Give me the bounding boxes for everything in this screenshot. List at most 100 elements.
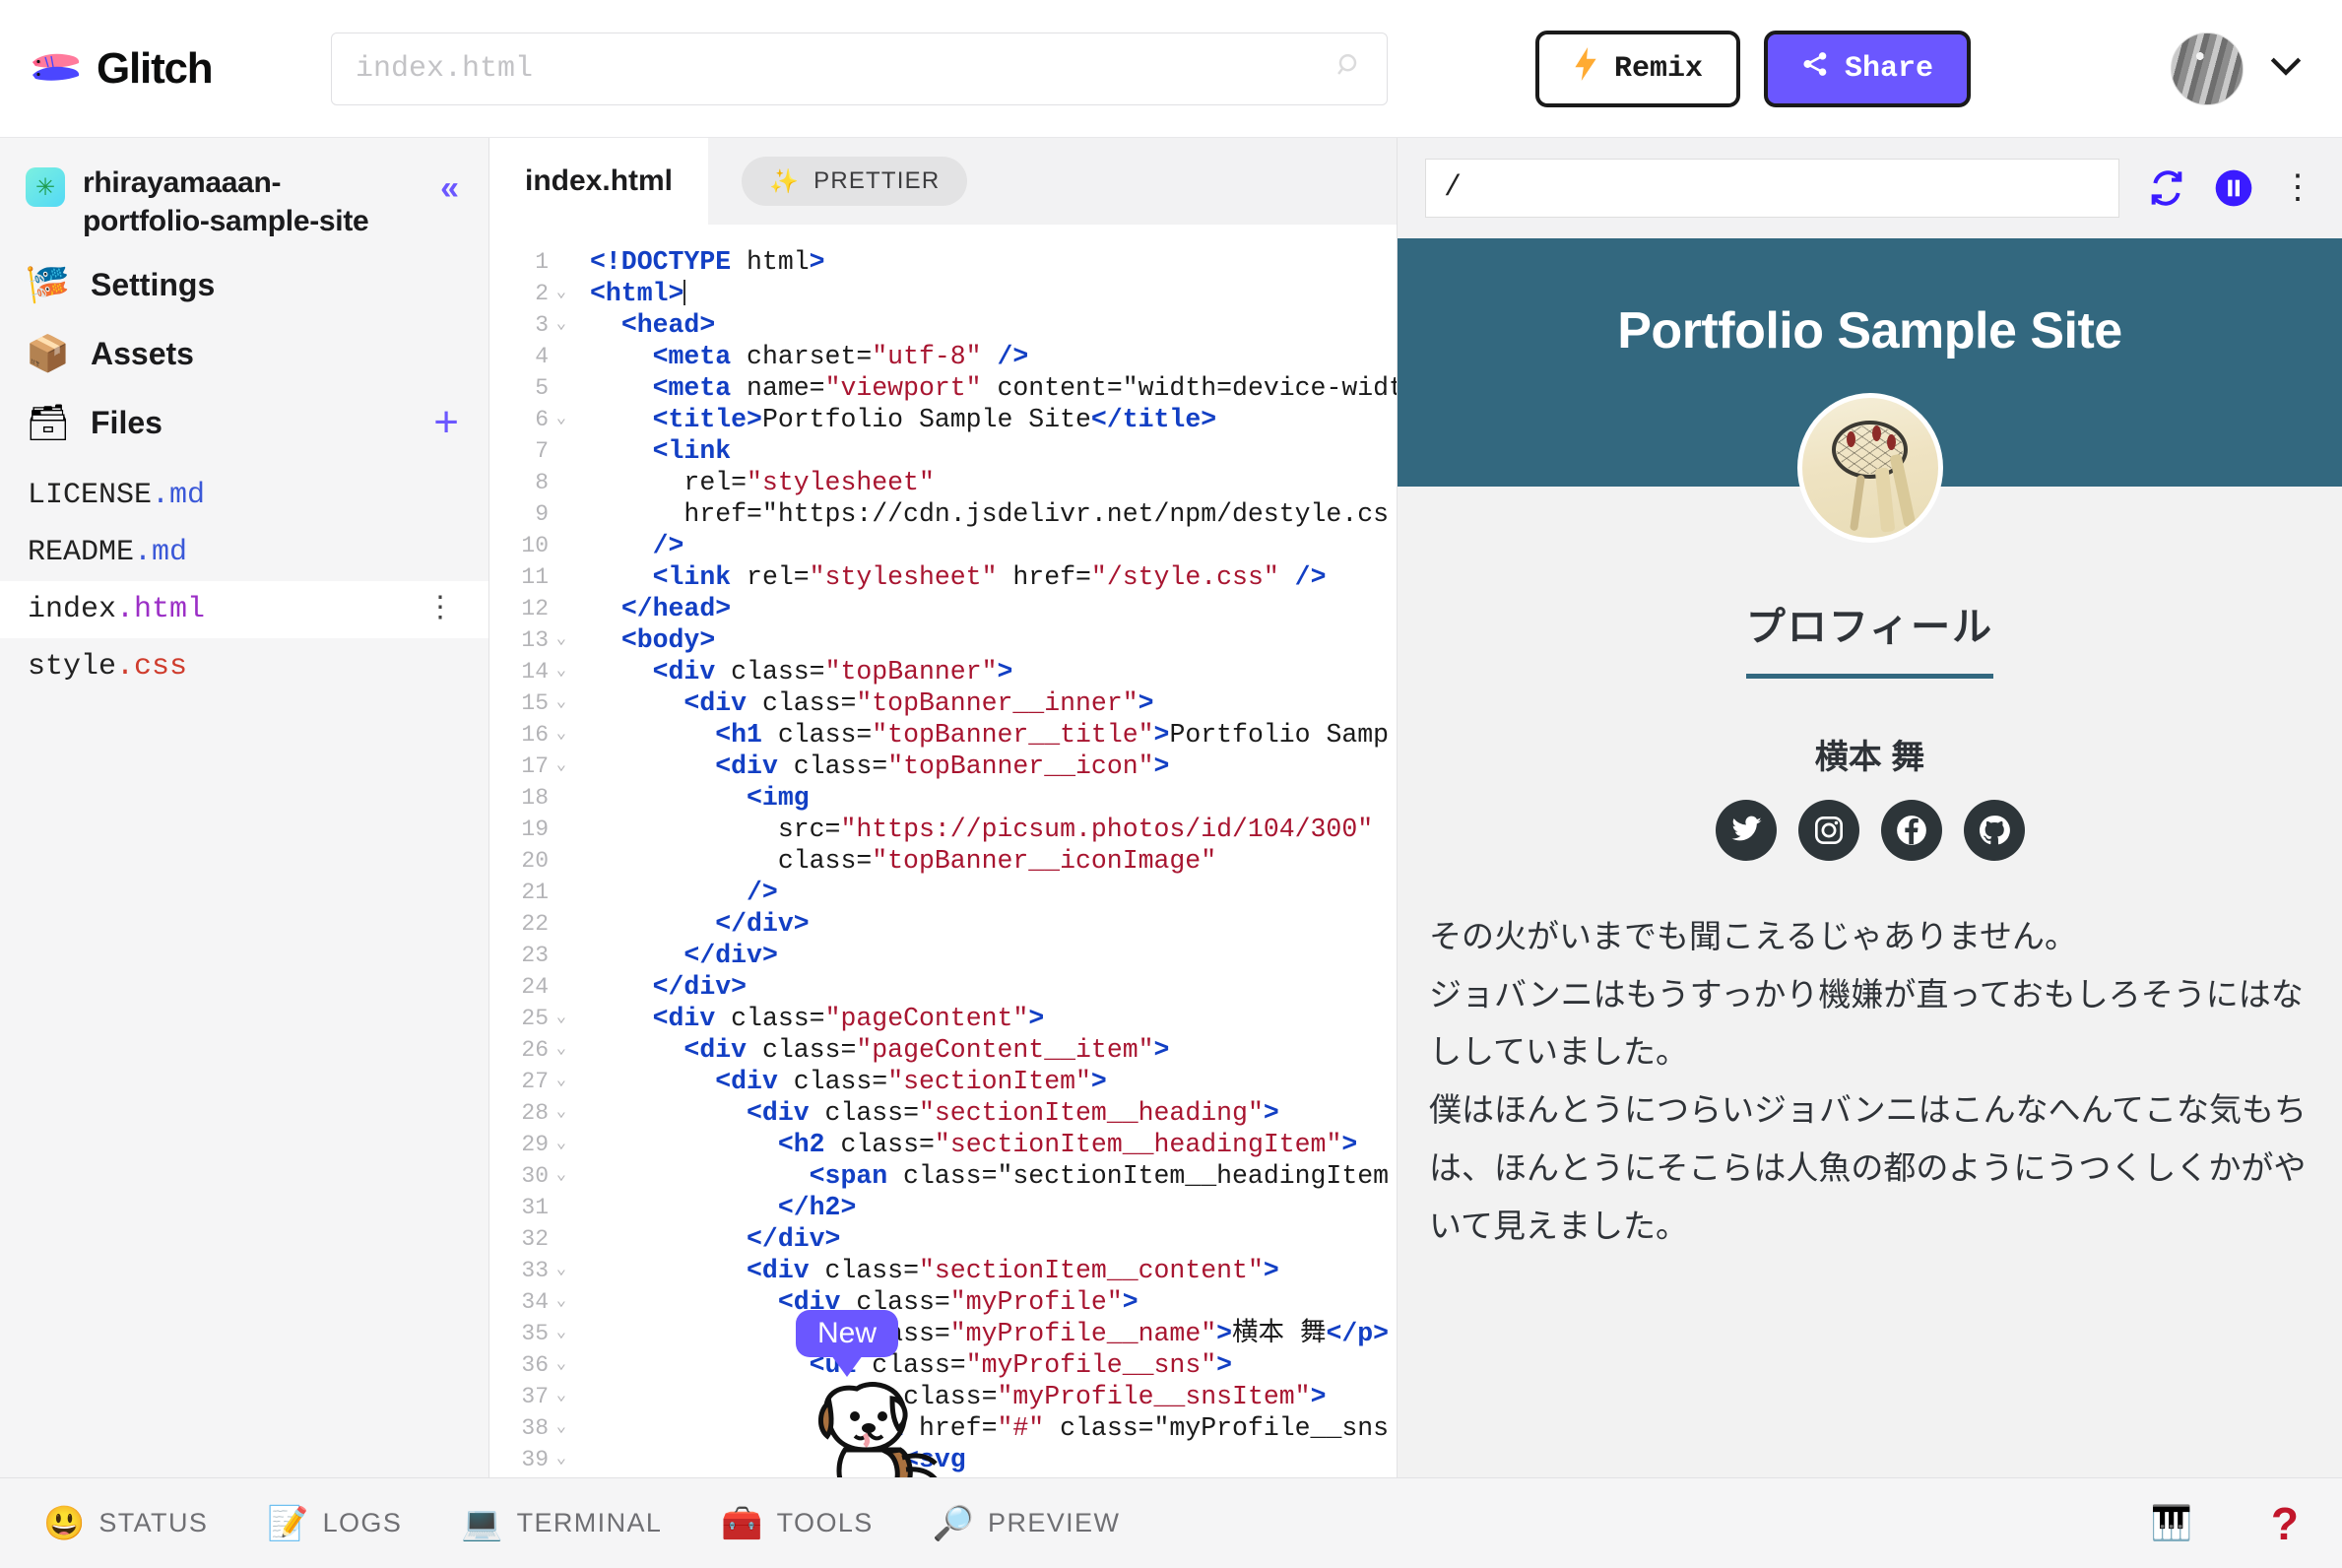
code-line-text: <body> <box>620 625 716 655</box>
code-line-text: <div class="topBanner__inner"> <box>683 688 1154 718</box>
code-line: 10 /> <box>489 530 1397 561</box>
share-nodes-icon <box>1801 50 1829 88</box>
avatar[interactable] <box>2171 32 2244 105</box>
github-icon[interactable] <box>1963 800 2025 861</box>
code-line-text: <meta charset="utf-8" /> <box>652 342 1029 371</box>
line-number: 14 ⌄ <box>521 659 566 685</box>
line-number: 12 <box>521 596 549 621</box>
code-line: 7 <link <box>489 435 1397 467</box>
line-number: 33 ⌄ <box>521 1258 566 1283</box>
file-item-license[interactable]: LICENSE .md <box>0 467 488 524</box>
file-list: LICENSE .md README .md index .html ⋮ style.… <box>0 467 488 695</box>
remix-button[interactable]: Remix <box>1535 30 1741 107</box>
file-item-readme[interactable]: README .md <box>0 524 488 581</box>
line-number: 11 <box>521 564 549 590</box>
code-line: 16 ⌄ <h1 class="topBanner__title">Portfol… <box>489 719 1397 751</box>
plus-icon[interactable]: + <box>433 401 459 444</box>
brand-name: Glitch <box>97 43 214 93</box>
code-line-text: <div class="topBanner__icon"> <box>715 751 1170 781</box>
code-line: 28 ⌄ <div class="sectionItem__heading"> <box>489 1097 1397 1129</box>
preview-content: Portfolio Sample Site プロフィール 横本 舞 その火がいま… <box>1398 238 2342 1477</box>
pause-circle-icon[interactable] <box>2214 168 2253 208</box>
code-line-text: <span class="sectionItem__headingItem <box>809 1161 1390 1191</box>
code-line: 31 </h2> <box>489 1192 1397 1223</box>
file-item-style-css[interactable]: style .css <box>0 638 488 695</box>
preview-paragraph: ジョバンニはもうすっかり機嫌が直っておもしろそうにはなししていました。 <box>1429 975 2304 1071</box>
code-line-text: <head> <box>620 310 716 340</box>
line-number: 29 ⌄ <box>521 1132 566 1157</box>
code-text-area[interactable]: 1 <!DOCTYPE html> 2 ⌄ <html> 3 ⌄ <head> 4 <meta… <box>489 225 1397 1477</box>
laptop-icon: 💻 <box>461 1504 503 1542</box>
preview-panel: / ⋮ Portfolio Sample Site プロフィール 横本 舞 その… <box>1397 138 2342 1477</box>
line-number: 1 <box>535 249 549 275</box>
chevron-down-icon[interactable] <box>2269 55 2303 82</box>
tab-index-html[interactable]: index.html <box>489 138 709 225</box>
sidebar-item-label: Files <box>91 404 163 440</box>
terminal-button-label: TERMINAL <box>516 1508 663 1537</box>
line-number: 15 ⌄ <box>521 690 566 716</box>
prettier-button[interactable]: ✨ PRETTIER <box>742 157 968 206</box>
line-number: 24 <box>521 974 549 1000</box>
terminal-button[interactable]: 💻 TERMINAL <box>461 1504 662 1543</box>
preview-options-icon[interactable]: ⋮ <box>2281 170 2314 204</box>
line-number: 8 <box>535 470 549 495</box>
twitter-icon[interactable] <box>1715 800 1777 861</box>
code-line-text: </head> <box>620 594 732 623</box>
search-icon <box>1335 51 1365 86</box>
bottom-status-bar: 😃 STATUS 📝 LOGS 💻 TERMINAL 🧰 TOOLS 🔎 PRE… <box>0 1477 2342 1568</box>
preview-body-text: その火がいまでも聞こえるじゃありません。 ジョバンニはもうすっかり機嫌が直ってお… <box>1398 908 2342 1255</box>
code-line: 3 ⌄ <head> <box>489 309 1397 341</box>
code-line-text: <p class="myProfile__name">横本 舞</p> <box>810 1319 1390 1348</box>
line-number: 20 <box>521 848 549 874</box>
line-number: 19 <box>521 817 549 842</box>
code-line: 27 ⌄ <div class="sectionItem"> <box>489 1066 1397 1097</box>
glitch-editor-app: Glitch Remix <box>0 0 2342 1568</box>
help-question-icon[interactable]: ? <box>2271 1497 2299 1550</box>
piano-keyboard-icon[interactable]: 🎹 <box>2151 1504 2192 1543</box>
code-line: 21 /> <box>489 877 1397 908</box>
code-line-text: <h1 class="topBanner__title">Portfolio S… <box>715 720 1390 750</box>
preview-button[interactable]: 🔎 PREVIEW <box>933 1504 1121 1543</box>
instagram-icon[interactable] <box>1797 800 1859 861</box>
line-number: 3 ⌄ <box>535 312 566 338</box>
preview-button-label: PREVIEW <box>988 1508 1121 1537</box>
chevrons-left-icon[interactable]: « <box>440 171 459 205</box>
code-line: 13 ⌄ <body> <box>489 624 1397 656</box>
logs-button-label: LOGS <box>322 1508 403 1537</box>
code-line: 32 </div> <box>489 1223 1397 1255</box>
file-basename: README <box>28 536 135 569</box>
sidebar-item-settings[interactable]: 🎏 Settings <box>0 250 488 319</box>
file-basename: style <box>28 650 117 684</box>
account-menu[interactable] <box>2171 32 2303 105</box>
sidebar-item-files[interactable]: 🗃 Files + <box>0 388 488 457</box>
line-number: 18 <box>521 785 549 811</box>
facebook-icon[interactable] <box>1880 800 1942 861</box>
line-number: 37 ⌄ <box>521 1384 566 1409</box>
tools-button[interactable]: 🧰 TOOLS <box>721 1504 873 1543</box>
code-line: 12 </head> <box>489 593 1397 624</box>
code-line-text: <img <box>747 783 810 813</box>
code-line-text: /> <box>652 531 684 560</box>
search-input[interactable] <box>356 51 1363 86</box>
editor-tab-bar: index.html ✨ PRETTIER <box>489 138 1397 225</box>
preview-paragraph: 僕はほんとうにつらいジョバンニはこんなへんてこな気もちは、ほんとうにそこらは人魚… <box>1429 1091 2307 1244</box>
code-line: 17 ⌄ <div class="topBanner__icon"> <box>489 751 1397 782</box>
code-line: 6 ⌄ <title>Portfolio Sample Site</title> <box>489 404 1397 435</box>
brand[interactable]: Glitch <box>30 44 315 94</box>
sidebar-item-assets[interactable]: 📦 Assets <box>0 319 488 388</box>
status-button[interactable]: 😃 STATUS <box>43 1504 208 1543</box>
preview-url-input[interactable]: / <box>1425 159 2119 218</box>
logs-button[interactable]: 📝 LOGS <box>267 1504 402 1543</box>
dreamcatcher-photo-icon <box>1796 393 1943 543</box>
refresh-icon[interactable] <box>2147 168 2186 208</box>
topbar-actions: Remix Share <box>1535 30 1972 107</box>
line-number: 35 ⌄ <box>521 1321 566 1346</box>
prettier-button-label: PRETTIER <box>813 167 941 194</box>
kebab-menu-icon[interactable]: ⋮ <box>425 595 455 624</box>
search-bar[interactable] <box>331 32 1388 105</box>
line-number: 6 ⌄ <box>535 407 566 432</box>
code-line: 25 ⌄ <div class="pageContent"> <box>489 1003 1397 1034</box>
file-extension: .css <box>116 650 188 684</box>
file-item-index-html[interactable]: index .html ⋮ <box>0 581 488 638</box>
share-button[interactable]: Share <box>1764 30 1972 107</box>
